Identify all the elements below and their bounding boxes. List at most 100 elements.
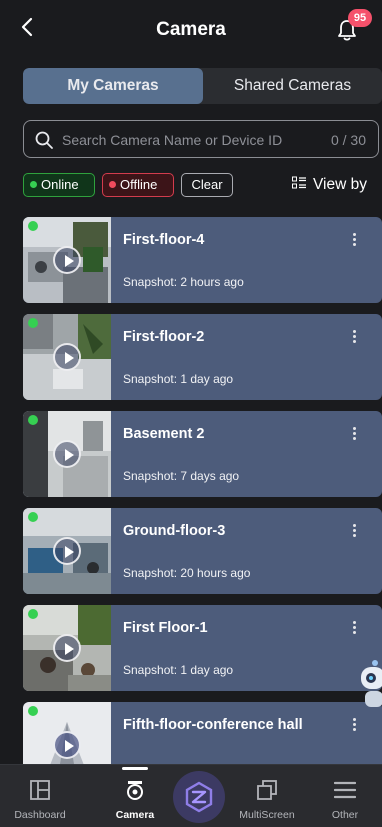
online-status-dot xyxy=(28,706,38,716)
kebab-dot-icon xyxy=(352,238,356,241)
more-options-button[interactable] xyxy=(346,425,362,447)
nav-camera-label: Camera xyxy=(115,809,155,821)
clear-filters-button[interactable]: Clear xyxy=(181,173,233,197)
online-status-dot xyxy=(28,512,38,522)
play-icon xyxy=(65,449,74,461)
kebab-dot-icon xyxy=(352,432,356,435)
kebab-dot-icon xyxy=(352,626,356,629)
menu-icon xyxy=(334,781,356,799)
online-status-dot xyxy=(28,415,38,425)
camera-name: First-floor-4 xyxy=(123,232,205,248)
camera-card[interactable]: First-floor-2 Snapshot: 1 day ago xyxy=(23,314,382,400)
offline-dot-icon xyxy=(109,181,116,188)
camera-card[interactable]: First Floor-1 Snapshot: 1 day ago xyxy=(23,605,382,691)
nav-camera[interactable]: Camera xyxy=(100,765,170,827)
online-status-dot xyxy=(28,221,38,231)
kebab-dot-icon xyxy=(352,330,356,333)
play-button[interactable] xyxy=(53,634,81,662)
camera-name: First Floor-1 xyxy=(123,620,208,636)
more-options-button[interactable] xyxy=(346,328,362,350)
camera-thumbnail[interactable] xyxy=(23,411,111,497)
search-icon xyxy=(35,131,53,149)
more-options-button[interactable] xyxy=(346,716,362,738)
play-icon xyxy=(65,546,74,558)
kebab-dot-icon xyxy=(352,723,356,726)
camera-name: Fifth-floor-conference hall xyxy=(123,717,303,733)
camera-thumbnail[interactable] xyxy=(23,508,111,594)
app-header: Camera 95 xyxy=(0,0,382,62)
play-button[interactable] xyxy=(53,731,81,759)
filter-row: Online Offline Clear View by xyxy=(23,173,379,199)
kebab-dot-icon xyxy=(352,427,356,430)
snapshot-time: Snapshot: 20 hours ago xyxy=(123,566,251,580)
kebab-dot-icon xyxy=(352,233,356,236)
notification-badge: 95 xyxy=(348,9,372,27)
camera-thumbnail[interactable] xyxy=(23,217,111,303)
nav-multiscreen[interactable]: MultiScreen xyxy=(232,765,302,827)
online-status-dot xyxy=(28,318,38,328)
nav-multiscreen-label: MultiScreen xyxy=(239,809,295,821)
assistant-robot-icon[interactable] xyxy=(357,657,382,715)
nav-other[interactable]: Other xyxy=(310,765,380,827)
play-icon xyxy=(65,352,74,364)
kebab-dot-icon xyxy=(352,631,356,634)
online-status-dot xyxy=(28,609,38,619)
tab-shared-cameras[interactable]: Shared Cameras xyxy=(203,68,382,104)
snapshot-time: Snapshot: 2 hours ago xyxy=(123,275,244,289)
kebab-dot-icon xyxy=(352,534,356,537)
more-options-button[interactable] xyxy=(346,522,362,544)
view-by-button[interactable]: View by xyxy=(292,176,367,194)
active-tab-indicator xyxy=(122,767,148,770)
dashboard-icon xyxy=(30,780,50,800)
nav-other-label: Other xyxy=(331,809,359,821)
play-button[interactable] xyxy=(53,440,81,468)
snapshot-time: Snapshot: 1 day ago xyxy=(123,372,234,386)
camera-name: Basement 2 xyxy=(123,426,205,442)
online-filter-label: Online xyxy=(41,177,79,192)
nav-dashboard[interactable]: Dashboard xyxy=(5,765,75,827)
search-bar: 0 / 30 xyxy=(23,120,379,158)
camera-name: Ground-floor-3 xyxy=(123,523,226,539)
camera-icon xyxy=(127,781,143,800)
play-icon xyxy=(65,740,74,752)
kebab-dot-icon xyxy=(352,728,356,731)
offline-filter-label: Offline xyxy=(120,177,158,192)
kebab-dot-icon xyxy=(352,243,356,246)
camera-card[interactable]: First-floor-4 Snapshot: 2 hours ago xyxy=(23,217,382,303)
more-options-button[interactable] xyxy=(346,619,362,641)
tab-my-cameras[interactable]: My Cameras xyxy=(23,68,203,104)
play-button[interactable] xyxy=(53,537,81,565)
kebab-dot-icon xyxy=(352,524,356,527)
offline-filter-chip[interactable]: Offline xyxy=(102,173,174,197)
camera-thumbnail[interactable] xyxy=(23,605,111,691)
kebab-dot-icon xyxy=(352,529,356,532)
snapshot-time: Snapshot: 1 day ago xyxy=(123,663,234,677)
camera-scope-tabs: My Cameras Shared Cameras xyxy=(23,68,382,104)
multiscreen-icon xyxy=(257,780,277,800)
camera-name: First-floor-2 xyxy=(123,329,205,345)
online-dot-icon xyxy=(30,181,37,188)
camera-card[interactable]: Ground-floor-3 Snapshot: 20 hours ago xyxy=(23,508,382,594)
camera-thumbnail[interactable] xyxy=(23,314,111,400)
more-options-button[interactable] xyxy=(346,231,362,253)
notifications-button[interactable]: 95 xyxy=(336,9,372,46)
play-button[interactable] xyxy=(53,246,81,274)
search-input[interactable] xyxy=(62,130,302,150)
kebab-dot-icon xyxy=(352,335,356,338)
snapshot-time: Snapshot: 7 days ago xyxy=(123,469,240,483)
camera-card[interactable]: Basement 2 Snapshot: 7 days ago xyxy=(23,411,382,497)
online-filter-chip[interactable]: Online xyxy=(23,173,95,197)
view-by-label: View by xyxy=(313,176,367,193)
play-icon xyxy=(65,255,74,267)
bottom-navigation: Dashboard Camera MultiScreen Other xyxy=(0,764,382,827)
play-icon xyxy=(65,643,74,655)
camera-count: 0 / 30 xyxy=(330,132,366,148)
play-button[interactable] xyxy=(53,343,81,371)
app-logo-icon xyxy=(185,781,213,813)
nav-dashboard-label: Dashboard xyxy=(14,809,66,821)
kebab-dot-icon xyxy=(352,621,356,624)
kebab-dot-icon xyxy=(352,437,356,440)
list-view-icon xyxy=(292,176,306,189)
kebab-dot-icon xyxy=(352,340,356,343)
nav-home-logo[interactable] xyxy=(173,771,225,823)
